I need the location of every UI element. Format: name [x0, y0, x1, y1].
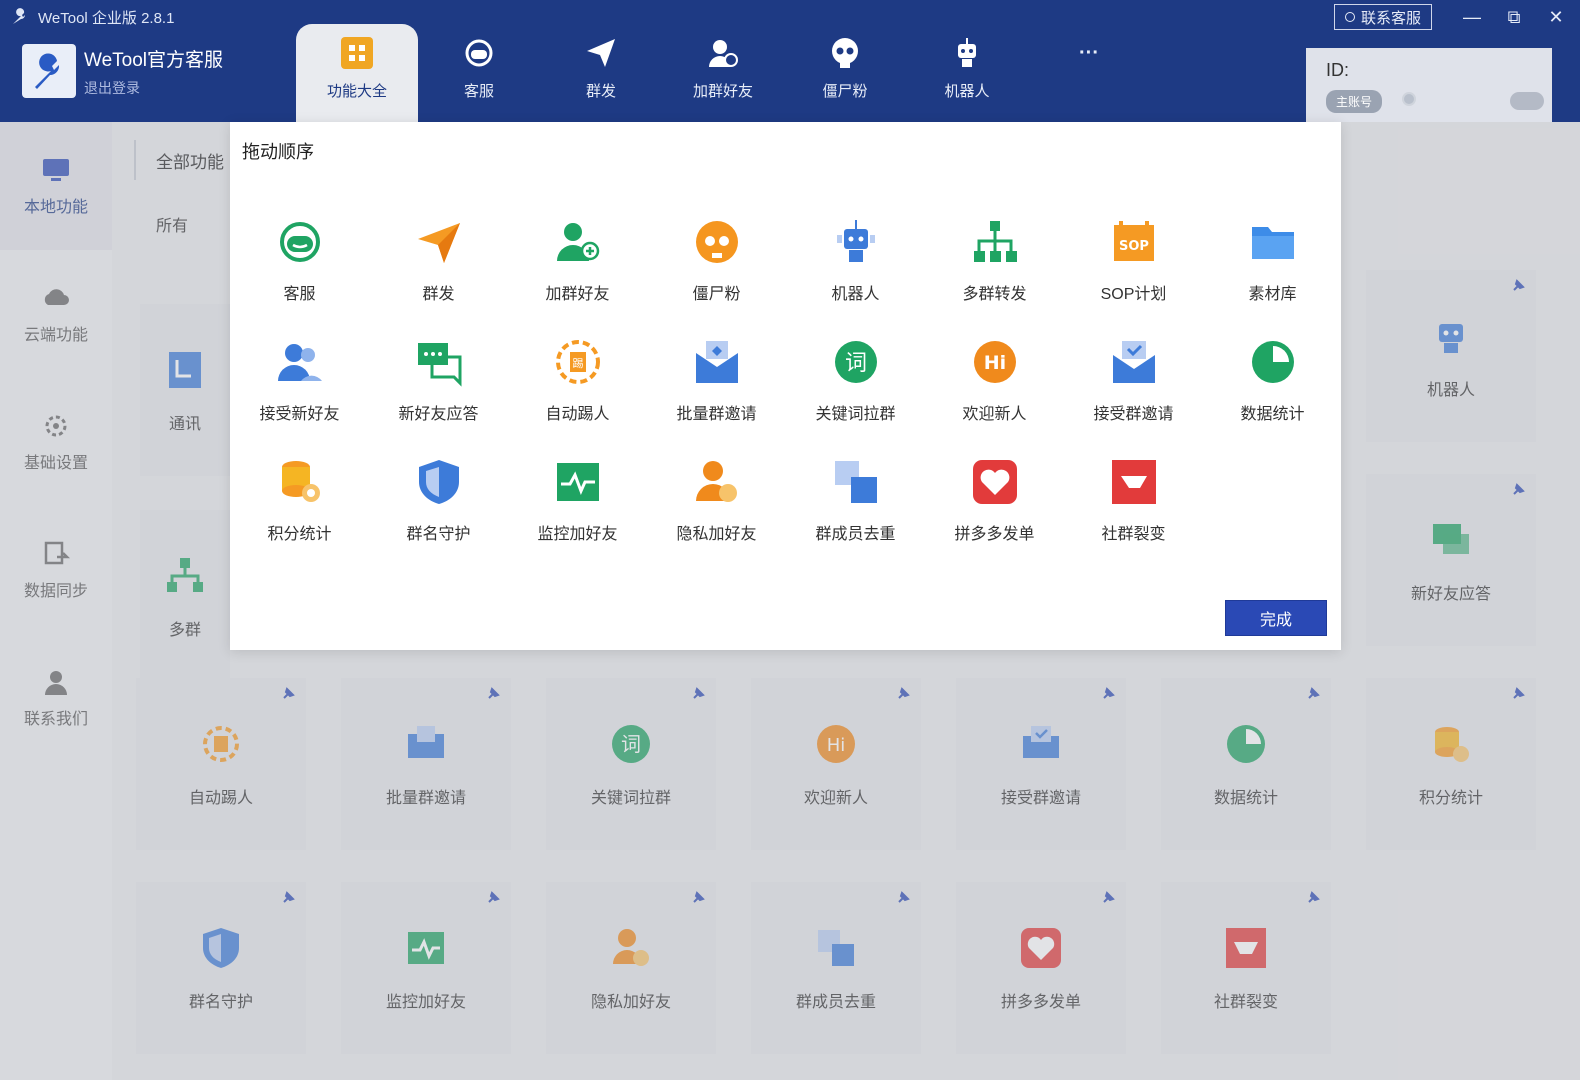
draggable-tile[interactable]: 词 关键词拉群: [786, 336, 925, 436]
more-icon: ···: [1079, 42, 1099, 64]
id-panel: ID: 主账号: [1306, 48, 1552, 122]
draggable-tile[interactable]: 客服: [230, 216, 369, 316]
chat-icon: [413, 336, 465, 388]
wrench-icon: [13, 8, 25, 24]
reorder-dialog: 拖动顺序 客服 群发 加群好友 僵尸粉 机器人 多群转发 SOP SOP计划 素…: [230, 122, 1341, 650]
draggable-tile[interactable]: 素材库: [1203, 216, 1342, 316]
draggable-tile[interactable]: 僵尸粉: [647, 216, 786, 316]
draggable-tile[interactable]: 接受群邀请: [1064, 336, 1203, 436]
nav-tab-add-friends[interactable]: 加群好友: [662, 24, 784, 122]
headset-icon: [274, 216, 326, 268]
close-button[interactable]: ✕: [1546, 6, 1566, 28]
hi-icon: Hi: [969, 336, 1021, 388]
shield-icon: [413, 456, 465, 508]
nav-more-button[interactable]: ···: [1028, 24, 1150, 122]
draggable-tile[interactable]: 加群好友: [508, 216, 647, 316]
folder-icon: [1247, 216, 1299, 268]
private-user-icon: [691, 456, 743, 508]
add-user-icon: [706, 36, 740, 70]
robot-icon: [950, 36, 984, 70]
svg-text:SOP: SOP: [1119, 239, 1149, 254]
grid-icon: [340, 36, 374, 70]
app-title-bar: WeTool 企业版 2.8.1: [10, 6, 174, 28]
draggable-tile[interactable]: 群发: [369, 216, 508, 316]
paper-plane-icon: [413, 216, 465, 268]
pie-icon: [1247, 336, 1299, 388]
draggable-tile[interactable]: 隐私加好友: [647, 456, 786, 556]
monitor-chart-icon: [552, 456, 604, 508]
accept-invite-icon: [1108, 336, 1160, 388]
restore-button[interactable]: ⧉: [1504, 6, 1524, 28]
nav-tab-features[interactable]: 功能大全: [296, 24, 418, 122]
draggable-tile[interactable]: 群成员去重: [786, 456, 925, 556]
account-role-badge: 主账号: [1326, 90, 1383, 113]
kick-icon: 踢: [552, 336, 604, 388]
draggable-tile[interactable]: SOP SOP计划: [1064, 216, 1203, 316]
window-controls: 联系客服 — ⧉ ✕: [1333, 4, 1566, 30]
minimize-button[interactable]: —: [1462, 6, 1482, 28]
shield-icon: [1402, 92, 1416, 106]
draggable-tile[interactable]: 监控加好友: [508, 456, 647, 556]
add-user-icon: [552, 216, 604, 268]
draggable-tile[interactable]: 多群转发: [925, 216, 1064, 316]
draggable-tile[interactable]: 拼多多发单: [925, 456, 1064, 556]
draggable-tile[interactable]: Hi 欢迎新人: [925, 336, 1064, 436]
draggable-tile[interactable]: 接受新好友: [230, 336, 369, 436]
headset-icon: [462, 36, 496, 70]
logout-link[interactable]: 退出登录: [84, 78, 223, 98]
draggable-tile[interactable]: 批量群邀请: [647, 336, 786, 436]
coins-icon: [274, 456, 326, 508]
account-name: WeTool官方客服: [84, 49, 224, 71]
id-label: ID:: [1326, 60, 1350, 80]
draggable-tile[interactable]: 踢 自动踢人: [508, 336, 647, 436]
draggable-tile[interactable]: 新好友应答: [369, 336, 508, 436]
pdd-icon: [969, 456, 1021, 508]
skull-icon: [691, 216, 743, 268]
dedupe-icon: [830, 456, 882, 508]
nav-tab-zombie-fans[interactable]: 僵尸粉: [784, 24, 906, 122]
account-avatar: [22, 44, 76, 98]
app-header: WeTool 企业版 2.8.1 联系客服 — ⧉ ✕ WeTool官方客服 退…: [0, 0, 1580, 122]
top-navigation: 功能大全 客服 群发 加群好友 僵尸粉 机器人 ···: [296, 24, 1150, 122]
draggable-tile[interactable]: 社群裂变: [1064, 456, 1203, 556]
robot-icon: [830, 216, 882, 268]
paper-plane-icon: [584, 36, 618, 70]
cloud-icon[interactable]: [1510, 92, 1544, 110]
nav-tab-customer-service[interactable]: 客服: [418, 24, 540, 122]
wrench-logo-icon: [35, 53, 60, 89]
ring-icon: [1344, 12, 1355, 22]
sop-icon: SOP: [1108, 216, 1160, 268]
dialog-title: 拖动顺序: [242, 142, 314, 162]
invite-icon: [691, 336, 743, 388]
contact-support-button[interactable]: 联系客服: [1333, 4, 1432, 30]
done-button[interactable]: 完成: [1225, 600, 1327, 636]
org-chart-icon: [969, 216, 1021, 268]
svg-text:Hi: Hi: [983, 352, 1005, 374]
keyword-icon: 词: [830, 336, 882, 388]
skull-icon: [828, 36, 862, 70]
svg-text:词: 词: [844, 351, 866, 376]
draggable-tile[interactable]: 机器人: [786, 216, 925, 316]
draggable-tile[interactable]: 数据统计: [1203, 336, 1342, 436]
svg-text:踢: 踢: [572, 357, 583, 370]
nav-tab-broadcast[interactable]: 群发: [540, 24, 662, 122]
draggable-tile[interactable]: 积分统计: [230, 456, 369, 556]
nav-tab-robot[interactable]: 机器人: [906, 24, 1028, 122]
account-info: WeTool官方客服 退出登录: [22, 44, 223, 98]
draggable-tile[interactable]: 群名守护: [369, 456, 508, 556]
users-icon: [274, 336, 326, 388]
fission-icon: [1108, 456, 1160, 508]
app-title: WeTool 企业版 2.8.1: [38, 9, 175, 27]
